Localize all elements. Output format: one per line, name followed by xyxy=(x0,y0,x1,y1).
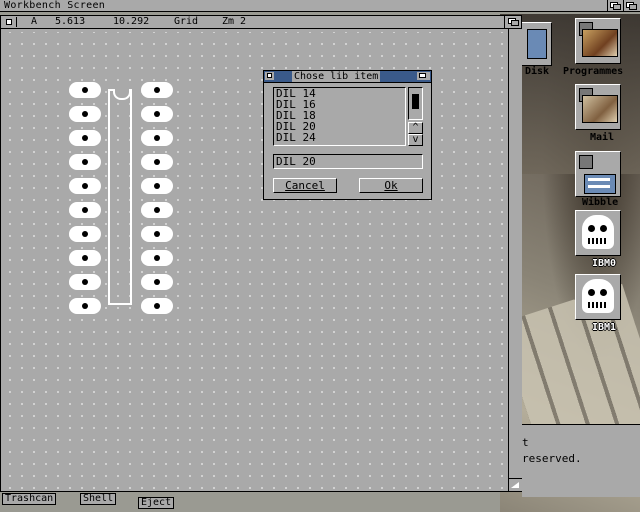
eject-icon[interactable]: Eject xyxy=(138,497,175,509)
pad-right[interactable] xyxy=(141,106,173,122)
drawer-graphic xyxy=(584,174,616,194)
pad-right[interactable] xyxy=(141,274,173,290)
screen-depth-front-icon[interactable] xyxy=(607,0,623,11)
scroll-up-arrow-icon[interactable]: ^ xyxy=(408,122,423,134)
lib-item-list[interactable]: DIL 14 DIL 16 DIL 18 DIL 20 DIL 24 xyxy=(273,87,406,146)
icon-label-ibm1: IBM1 xyxy=(592,322,617,333)
pad-left[interactable] xyxy=(69,130,101,146)
mail-graphic xyxy=(582,95,618,123)
pad-left[interactable] xyxy=(69,202,101,218)
disk-icon[interactable] xyxy=(520,22,552,66)
selected-item-field[interactable] xyxy=(273,154,423,169)
pad-left[interactable] xyxy=(69,226,101,242)
list-scrollbar[interactable]: ^ v xyxy=(408,87,423,146)
eject-label: Eject xyxy=(141,497,172,508)
layer-indicator: A xyxy=(31,16,38,27)
trashcan-icon[interactable]: Trashcan xyxy=(2,493,57,505)
chose-lib-item-dialog[interactable]: Chose lib item DIL 14 DIL 16 DIL 18 DIL … xyxy=(263,70,432,200)
scrollbar-track[interactable] xyxy=(408,87,423,120)
pad-right[interactable] xyxy=(141,298,173,314)
pad-right[interactable] xyxy=(141,82,173,98)
icon-label-ibm0: IBM0 xyxy=(592,258,617,269)
close-icon[interactable] xyxy=(2,17,17,27)
pad-right[interactable] xyxy=(141,226,173,242)
y-coordinate: 10.292 xyxy=(113,16,150,27)
screen-depth-back-icon[interactable] xyxy=(623,0,639,11)
dialog-depth-icon[interactable] xyxy=(417,72,430,80)
screen-title: Workbench Screen xyxy=(4,0,106,11)
ok-button[interactable]: Ok xyxy=(359,178,423,193)
selected-item-input[interactable] xyxy=(276,155,416,168)
pin1-notch xyxy=(113,89,131,100)
pad-left[interactable] xyxy=(69,250,101,266)
icon-label-programmes: Programmes xyxy=(563,66,624,77)
editor-title-bar[interactable]: A 5.613 10.292 Grid Zm 2 xyxy=(1,16,521,29)
window-depth-icon[interactable] xyxy=(504,16,521,28)
right-border xyxy=(508,29,522,491)
ibm1-disk-icon[interactable] xyxy=(575,274,621,320)
pad-left[interactable] xyxy=(69,274,101,290)
pad-right[interactable] xyxy=(141,250,173,266)
x-coordinate: 5.613 xyxy=(55,16,86,27)
mini-disk-icon xyxy=(579,155,593,169)
list-item[interactable]: DIL 24 xyxy=(274,132,405,143)
pad-left[interactable] xyxy=(69,154,101,170)
skull-icon xyxy=(582,215,614,249)
disk-graphic xyxy=(527,29,547,59)
dialog-close-icon[interactable] xyxy=(265,72,274,80)
scrollbar-knob[interactable] xyxy=(412,94,419,109)
wibble-drawer-icon[interactable] xyxy=(575,151,621,197)
pad-left[interactable] xyxy=(69,178,101,194)
pad-left[interactable] xyxy=(69,106,101,122)
skull-icon xyxy=(582,279,614,313)
programmes-graphic xyxy=(582,29,618,57)
shell-label: Shell xyxy=(83,493,114,504)
trashcan-label: Trashcan xyxy=(5,493,54,504)
pad-right[interactable] xyxy=(141,130,173,146)
icon-label-wibble: Wibble xyxy=(582,197,619,208)
shell-line: reserved. xyxy=(522,452,582,465)
pad-right[interactable] xyxy=(141,202,173,218)
programmes-drawer-icon[interactable] xyxy=(575,18,621,64)
pad-right[interactable] xyxy=(141,154,173,170)
zoom-label: Zm 2 xyxy=(222,16,247,27)
pad-left[interactable] xyxy=(69,298,101,314)
dialog-title-bar[interactable]: Chose lib item xyxy=(264,71,431,83)
grid-label: Grid xyxy=(174,16,199,27)
screen-title-bar: Workbench Screen xyxy=(0,0,640,12)
pad-right[interactable] xyxy=(141,178,173,194)
pad-left[interactable] xyxy=(69,82,101,98)
shell-icon[interactable]: Shell xyxy=(80,493,117,505)
scroll-down-arrow-icon[interactable]: v xyxy=(408,134,423,146)
shell-line: t xyxy=(522,436,529,449)
dialog-title: Chose lib item xyxy=(292,71,381,82)
cancel-button[interactable]: Cancel xyxy=(273,178,337,193)
mail-drawer-icon[interactable] xyxy=(575,84,621,130)
shell-window[interactable]: t reserved. xyxy=(522,424,640,497)
component-body-outline xyxy=(108,89,132,305)
icon-label-disk: Disk xyxy=(525,66,550,77)
ibm0-disk-icon[interactable] xyxy=(575,210,621,256)
size-gadget-icon[interactable] xyxy=(508,478,522,492)
icon-label-mail: Mail xyxy=(590,132,615,143)
